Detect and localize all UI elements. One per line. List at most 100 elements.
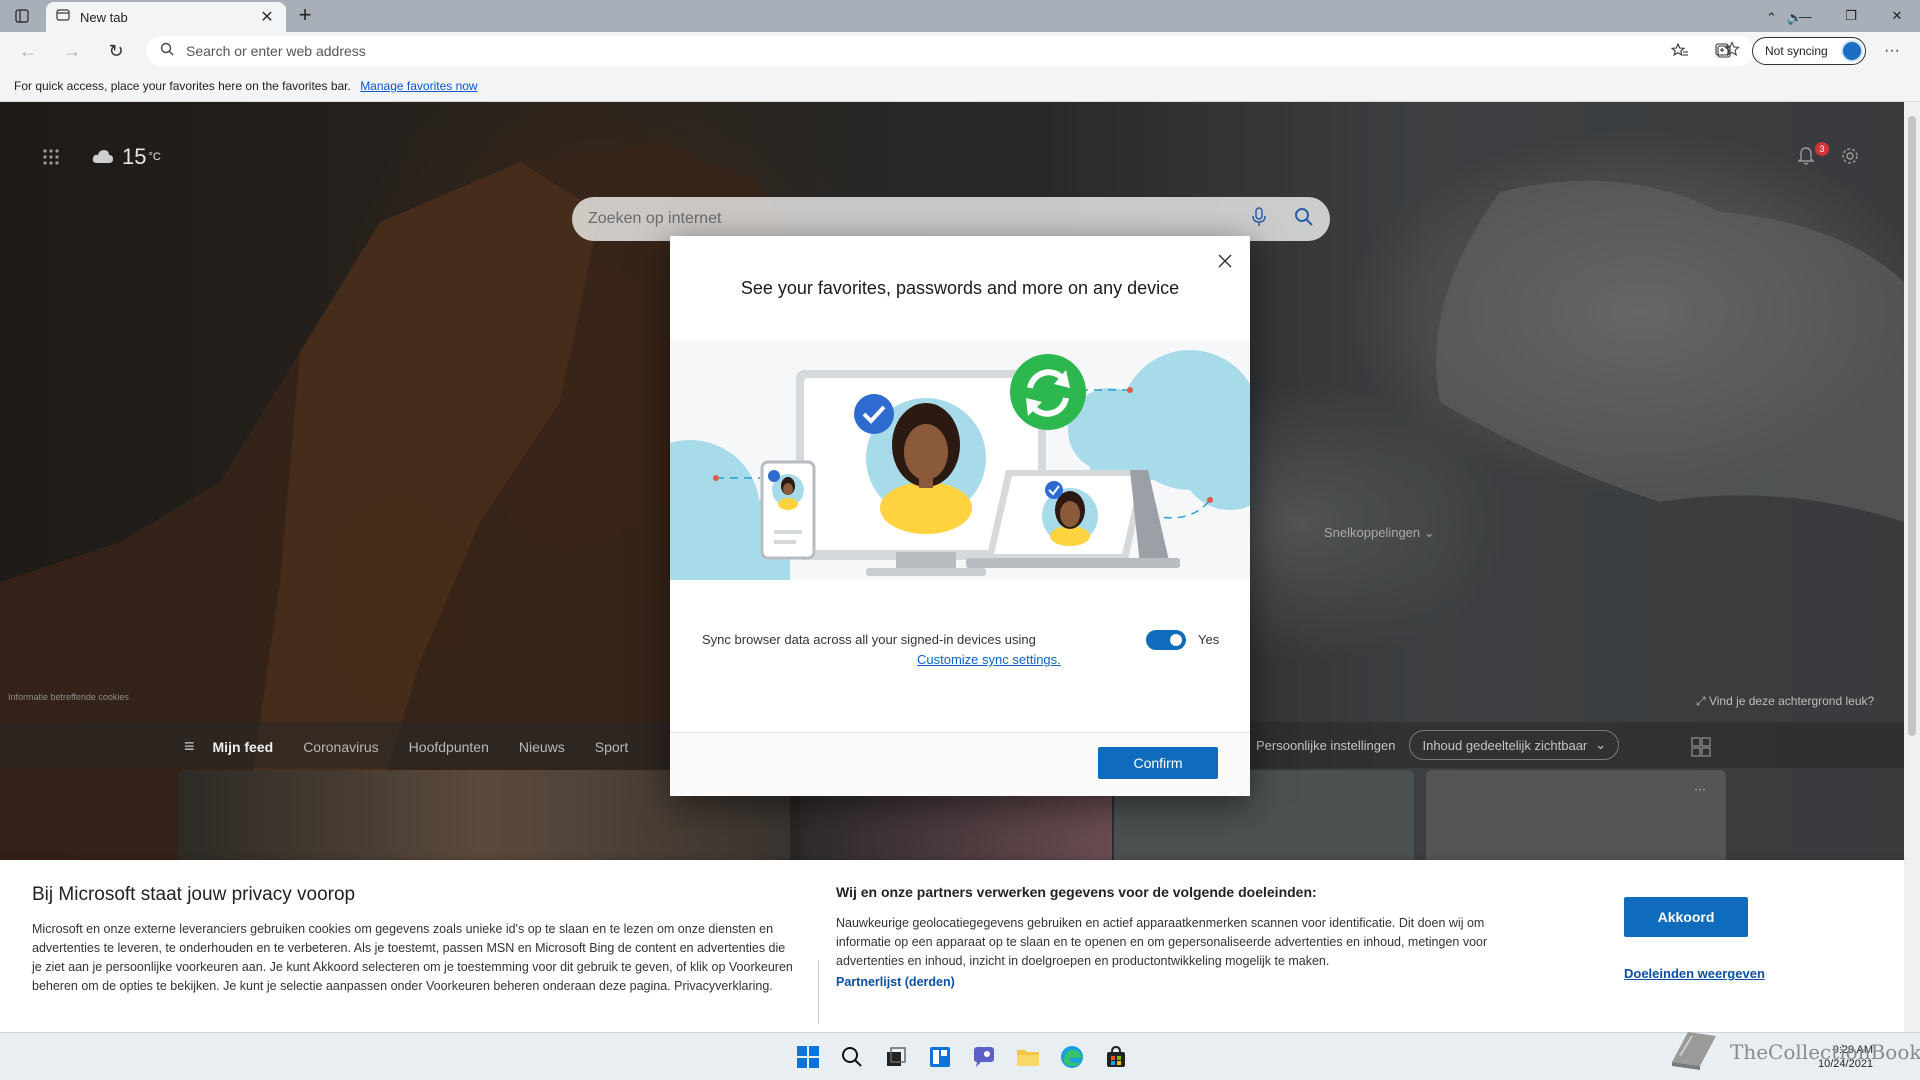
browser-toolbar: ← → ↻ Search or enter web address Not sy… — [0, 32, 1920, 70]
tab-close-icon[interactable]: ✕ — [258, 7, 276, 27]
sync-status-button[interactable]: Not syncing — [1752, 37, 1866, 65]
consent-body: Microsoft en onze externe leveranciers g… — [32, 922, 793, 993]
feed-tab-mijn-feed[interactable]: Mijn feed — [213, 739, 274, 755]
cloud-icon — [92, 144, 114, 170]
purposes-body: Nauwkeurige geolocatiegegevens gebruiken… — [836, 916, 1488, 968]
title-bar: New tab ✕ + — ❐ ✕ — [0, 0, 1920, 32]
view-purposes-link[interactable]: Doeleinden weergeven — [1624, 966, 1765, 981]
close-window-icon[interactable]: ✕ — [1874, 0, 1920, 32]
new-tab-button[interactable]: + — [292, 4, 318, 28]
volume-icon[interactable]: 🔈 — [1787, 10, 1803, 26]
chevron-down-icon: ⌄ — [1423, 525, 1435, 540]
tab-actions-icon[interactable] — [10, 6, 34, 26]
consent-intro: Bij Microsoft staat jouw privacy voorop … — [32, 884, 798, 996]
restore-icon[interactable]: ❐ — [1828, 0, 1874, 32]
consent-divider — [818, 960, 819, 1024]
watermark: TheCollectionBook — [1668, 1026, 1920, 1077]
weather-unit: °C — [148, 151, 161, 163]
refresh-icon[interactable]: ↻ — [102, 39, 130, 63]
weather-temperature: 15 — [122, 144, 147, 169]
feed-navigation: ≡ Mijn feed Coronavirus Hoofdpunten Nieu… — [184, 736, 628, 757]
expand-icon: ⤢ — [1696, 694, 1709, 708]
web-search-icon[interactable] — [1294, 207, 1314, 232]
feed-tab-nieuws[interactable]: Nieuws — [519, 739, 565, 755]
purposes-title: Wij en onze partners verwerken gegevens … — [836, 884, 1317, 900]
close-icon[interactable] — [1210, 246, 1240, 276]
consent-title: Bij Microsoft staat jouw privacy voorop — [32, 884, 356, 905]
quicklinks-label: Snelkoppelingen — [1324, 525, 1421, 540]
collections-icon[interactable] — [1712, 40, 1736, 62]
sync-illustration — [620, 340, 1280, 590]
tab-title: New tab — [80, 9, 128, 25]
search-icon — [160, 42, 174, 61]
card-more-icon[interactable]: ··· — [1694, 782, 1706, 796]
feed-tab-coronavirus[interactable]: Coronavirus — [303, 739, 378, 755]
page-settings-gear-icon[interactable] — [1840, 146, 1860, 166]
file-explorer-icon[interactable] — [1012, 1041, 1044, 1073]
page-scrollbar[interactable] — [1904, 102, 1920, 860]
privacy-consent-banner: Bij Microsoft staat jouw privacy voorop … — [0, 860, 1904, 1032]
web-search-box[interactable]: Zoeken op internet — [572, 197, 1330, 241]
cookie-info-link[interactable]: Informatie betreffende cookies — [8, 692, 129, 702]
chevron-down-icon: ⌄ — [1595, 737, 1607, 752]
confirm-button[interactable]: Confirm — [1098, 747, 1218, 779]
store-icon[interactable] — [1100, 1041, 1132, 1073]
task-view-icon[interactable] — [880, 1041, 912, 1073]
weather-widget[interactable]: 15 °C — [92, 144, 161, 170]
taskbar-apps — [792, 1041, 1132, 1073]
feed-tab-sport[interactable]: Sport — [595, 739, 628, 755]
content-visibility-dropdown[interactable]: Inhoud gedeeltelijk zichtbaar ⌄ — [1409, 730, 1620, 760]
sync-description: Sync browser data across all your signed… — [702, 632, 1036, 647]
favorites-icon[interactable] — [1668, 40, 1692, 62]
web-search-placeholder: Zoeken op internet — [588, 210, 722, 227]
sync-status-label: Not syncing — [1765, 44, 1828, 58]
notifications-bell-icon[interactable] — [1796, 146, 1816, 166]
more-options-icon[interactable]: ··· — [1880, 40, 1904, 62]
start-windows-icon[interactable] — [792, 1041, 824, 1073]
consent-purposes: Wij en onze partners verwerken gegevens … — [836, 884, 1516, 991]
chat-icon[interactable] — [968, 1041, 1000, 1073]
quicklinks-toggle[interactable]: Snelkoppelingen ⌄ — [1324, 525, 1435, 541]
background-feedback[interactable]: ⤢ Vind je deze achtergrond leuk? — [1696, 694, 1874, 709]
news-card[interactable]: ··· — [1426, 770, 1726, 860]
customize-sync-link[interactable]: Customize sync settings. — [917, 652, 1061, 667]
favorites-bar-text: For quick access, place your favorites h… — [14, 79, 351, 93]
content-visibility-label: Inhoud gedeeltelijk zichtbaar — [1422, 737, 1588, 753]
system-tray: ⌃ 🔈 — [1766, 10, 1803, 26]
watermark-text: TheCollectionBook — [1730, 1039, 1920, 1064]
feed-tab-hoofdpunten[interactable]: Hoofdpunten — [409, 739, 489, 755]
sync-dialog: See your favorites, passwords and more o… — [620, 236, 1280, 796]
menu-icon[interactable]: ≡ — [184, 736, 195, 757]
widgets-icon[interactable] — [924, 1041, 956, 1073]
personal-settings-button[interactable]: Persoonlijke instellingen — [1244, 730, 1399, 760]
favorites-bar: For quick access, place your favorites h… — [0, 70, 1920, 102]
taskbar: 9:29 AM 10/24/2021 — [0, 1032, 1920, 1080]
address-bar[interactable]: Search or enter web address — [146, 36, 1754, 66]
apps-grid-icon[interactable] — [42, 148, 60, 166]
accept-button[interactable]: Akkoord — [1624, 897, 1748, 937]
profile-avatar — [1841, 40, 1863, 62]
page-scrollbar-lower[interactable] — [1904, 860, 1920, 1032]
layout-grid-icon[interactable] — [1690, 736, 1712, 758]
book-logo-icon — [1668, 1026, 1720, 1077]
partner-list-link[interactable]: Partnerlijst (derden) — [836, 975, 955, 989]
sync-toggle-label: Yes — [1198, 632, 1220, 647]
back-icon[interactable]: ← — [14, 39, 42, 63]
sync-toggle[interactable] — [1146, 630, 1186, 650]
manage-favorites-link[interactable]: Manage favorites now — [360, 79, 477, 93]
scrollbar-thumb[interactable] — [1908, 116, 1916, 736]
dialog-footer: Confirm — [670, 732, 1250, 796]
edge-browser-icon[interactable] — [1056, 1041, 1088, 1073]
forward-icon[interactable]: → — [58, 39, 86, 63]
browser-tab[interactable]: New tab ✕ — [46, 2, 286, 32]
feed-options: Persoonlijke instellingen Inhoud gedeelt… — [1244, 730, 1620, 760]
address-placeholder: Search or enter web address — [186, 43, 366, 59]
toggle-knob — [1170, 634, 1182, 646]
notification-badge: 3 — [1815, 142, 1829, 156]
dialog-title: See your favorites, passwords and more o… — [740, 278, 1180, 298]
background-question: Vind je deze achtergrond leuk? — [1708, 694, 1875, 708]
newtab-page-icon — [56, 8, 70, 27]
microphone-icon[interactable] — [1252, 206, 1266, 232]
taskbar-search-icon[interactable] — [836, 1041, 868, 1073]
tray-chevron-up-icon[interactable]: ⌃ — [1766, 10, 1777, 26]
